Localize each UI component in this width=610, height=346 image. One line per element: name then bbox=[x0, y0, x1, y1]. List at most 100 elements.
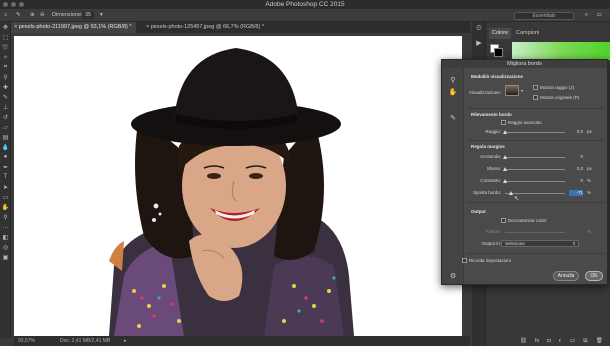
home-icon[interactable]: ⌂ bbox=[4, 9, 7, 22]
smooth-slider[interactable] bbox=[505, 157, 565, 158]
ok-button[interactable]: OK bbox=[585, 271, 603, 281]
document-tabs: × pexels-photo-211997.jpeg @ 93,1% (RGB/… bbox=[10, 22, 470, 33]
dimension-input[interactable]: 35 bbox=[82, 11, 95, 19]
shape-tool-icon[interactable]: ▭ bbox=[0, 192, 11, 202]
blur-tool-icon[interactable]: 💧 bbox=[0, 142, 11, 152]
divider bbox=[467, 108, 605, 109]
link-layers-icon[interactable]: ⛓ bbox=[520, 338, 527, 344]
screen-mode-icon[interactable]: ▣ bbox=[0, 252, 11, 262]
healing-tool-icon[interactable]: ✚ bbox=[0, 82, 11, 92]
dialog-tools: ⚲ ✋ ✎ ⚙ bbox=[442, 68, 464, 284]
shift-edge-label: Sposta bordo: bbox=[472, 190, 501, 195]
adjust-edge-heading: Regola margine bbox=[471, 144, 505, 149]
move-tool-icon[interactable]: ✥ bbox=[0, 22, 11, 32]
view-label: Visualizzazione: bbox=[468, 90, 501, 95]
history-panel-icon[interactable]: ⏲ bbox=[472, 22, 486, 36]
lasso-tool-icon[interactable]: ➰ bbox=[0, 42, 11, 52]
show-radius-checkbox[interactable] bbox=[533, 85, 538, 90]
output-to-label: Output in: bbox=[481, 241, 501, 246]
new-layer-icon[interactable]: ⊞ bbox=[583, 338, 588, 344]
tab-colore[interactable]: Colore bbox=[489, 28, 512, 39]
dodge-tool-icon[interactable]: ● bbox=[0, 152, 11, 162]
mouse-cursor-icon: ↖ bbox=[514, 196, 520, 202]
workspace-select[interactable]: Essentials bbox=[514, 12, 574, 20]
background-color-swatch[interactable] bbox=[494, 48, 503, 57]
remember-settings-checkbox[interactable] bbox=[462, 258, 467, 263]
remember-settings-label: Ricorda impostazioni bbox=[469, 258, 511, 263]
folder-icon[interactable]: ▭ bbox=[570, 338, 575, 344]
eyedropper-tool-icon[interactable]: ⚲ bbox=[0, 72, 11, 82]
minimize-window-button[interactable] bbox=[11, 2, 16, 7]
zoom-tool-icon[interactable]: ⚲ bbox=[0, 212, 11, 222]
tab-document-2[interactable]: × pexels-photo-125457.jpeg @ 66,7% (RGB/… bbox=[142, 22, 268, 33]
document-size: Doc: 2,41 MB/2,41 MB bbox=[60, 338, 111, 344]
show-radius-label: Mostra raggio (J) bbox=[540, 85, 575, 90]
more-tools-icon[interactable]: … bbox=[0, 222, 11, 232]
brush-subtract-icon[interactable]: ⊖ bbox=[40, 9, 45, 22]
canvas[interactable] bbox=[14, 36, 462, 336]
view-thumbnail[interactable] bbox=[505, 85, 519, 96]
smooth-value[interactable]: 0 bbox=[569, 154, 583, 160]
feather-slider[interactable] bbox=[505, 169, 565, 170]
contrast-slider-handle[interactable] bbox=[503, 179, 507, 183]
show-original-checkbox[interactable] bbox=[533, 95, 538, 100]
play-actions-icon[interactable]: ▶ bbox=[472, 36, 486, 50]
path-selection-icon[interactable]: ➤ bbox=[0, 182, 11, 192]
mask-icon[interactable]: ◘ bbox=[547, 338, 550, 344]
search-icon[interactable]: ⌕ bbox=[585, 9, 588, 22]
select-chevron-icon: ⇕ bbox=[572, 241, 576, 246]
shift-edge-slider[interactable] bbox=[505, 193, 565, 194]
dimension-dropdown-icon[interactable]: ▾ bbox=[100, 9, 103, 22]
adjustment-icon[interactable]: ◐ bbox=[559, 338, 562, 344]
quick-selection-tool-icon[interactable]: ✧ bbox=[0, 52, 11, 62]
marquee-tool-icon[interactable]: ⬚ bbox=[0, 32, 11, 42]
shift-edge-slider-handle[interactable] bbox=[509, 191, 513, 195]
crop-tool-icon[interactable]: ⌗ bbox=[0, 62, 11, 72]
zoom-level[interactable]: 93,57% bbox=[18, 336, 35, 346]
foreground-background-icon[interactable]: ◧ bbox=[0, 232, 11, 242]
quick-mask-icon[interactable]: ◎ bbox=[0, 242, 11, 252]
stamp-tool-icon[interactable]: ⊥ bbox=[0, 102, 11, 112]
zoom-icon[interactable]: ⚲ bbox=[442, 76, 464, 88]
eraser-tool-icon[interactable]: ▱ bbox=[0, 122, 11, 132]
app-title: Adobe Photoshop CC 2015 bbox=[265, 1, 345, 8]
tools-panel: ✥ ⬚ ➰ ✧ ⌗ ⚲ ✚ ✎ ⊥ ↺ ▱ ▤ 💧 ● ✒ T ➤ ▭ ✋ ⚲ … bbox=[0, 22, 11, 338]
color-spectrum[interactable] bbox=[512, 42, 610, 60]
output-to-select[interactable]: Selezione ⇕ bbox=[501, 240, 579, 247]
close-window-button[interactable] bbox=[3, 2, 8, 7]
workspace-icon[interactable]: ▭ bbox=[597, 9, 602, 22]
view-dropdown-icon[interactable]: ▾ bbox=[521, 88, 523, 93]
tab-document-1[interactable]: × pexels-photo-211997.jpeg @ 93,1% (RGB/… bbox=[10, 22, 136, 33]
dialog-options-icon[interactable]: ⚙ bbox=[442, 272, 464, 284]
zoom-window-button[interactable] bbox=[19, 2, 24, 7]
window-controls bbox=[3, 2, 24, 7]
cancel-button[interactable]: Annulla bbox=[553, 271, 579, 281]
contrast-value[interactable]: 0 bbox=[569, 178, 583, 184]
tool-preset-icon[interactable]: ✎ bbox=[16, 9, 21, 22]
fx-icon[interactable]: fx bbox=[535, 338, 539, 344]
divider bbox=[467, 202, 605, 203]
title-bar: Adobe Photoshop CC 2015 bbox=[0, 0, 610, 9]
shift-edge-value[interactable]: -71 bbox=[569, 190, 583, 196]
pen-tool-icon[interactable]: ✒ bbox=[0, 162, 11, 172]
type-tool-icon[interactable]: T bbox=[0, 172, 11, 182]
contrast-slider[interactable] bbox=[505, 181, 565, 182]
brush-tool-icon[interactable]: ✎ bbox=[0, 92, 11, 102]
tab-campioni[interactable]: Campioni bbox=[513, 28, 542, 39]
radius-value[interactable]: 0,0 bbox=[569, 129, 583, 135]
decontaminate-checkbox[interactable] bbox=[501, 218, 506, 223]
history-brush-icon[interactable]: ↺ bbox=[0, 112, 11, 122]
status-arrow-icon[interactable]: ▸ bbox=[124, 336, 127, 346]
refine-radius-brush-icon[interactable]: ✎ bbox=[442, 114, 464, 126]
trash-icon[interactable]: 🗑 bbox=[596, 338, 603, 344]
feather-slider-handle[interactable] bbox=[503, 167, 507, 171]
smooth-slider-handle[interactable] bbox=[503, 155, 507, 159]
feather-value[interactable]: 0,0 bbox=[569, 166, 583, 172]
radius-slider[interactable] bbox=[505, 132, 565, 133]
smart-radius-checkbox[interactable] bbox=[501, 120, 506, 125]
brush-add-icon[interactable]: ⊕ bbox=[30, 9, 35, 22]
gradient-tool-icon[interactable]: ▤ bbox=[0, 132, 11, 142]
edge-detection-heading: Rilevamento bordo bbox=[471, 112, 512, 117]
hand-tool-icon[interactable]: ✋ bbox=[0, 202, 11, 212]
radius-slider-handle[interactable] bbox=[503, 130, 507, 134]
